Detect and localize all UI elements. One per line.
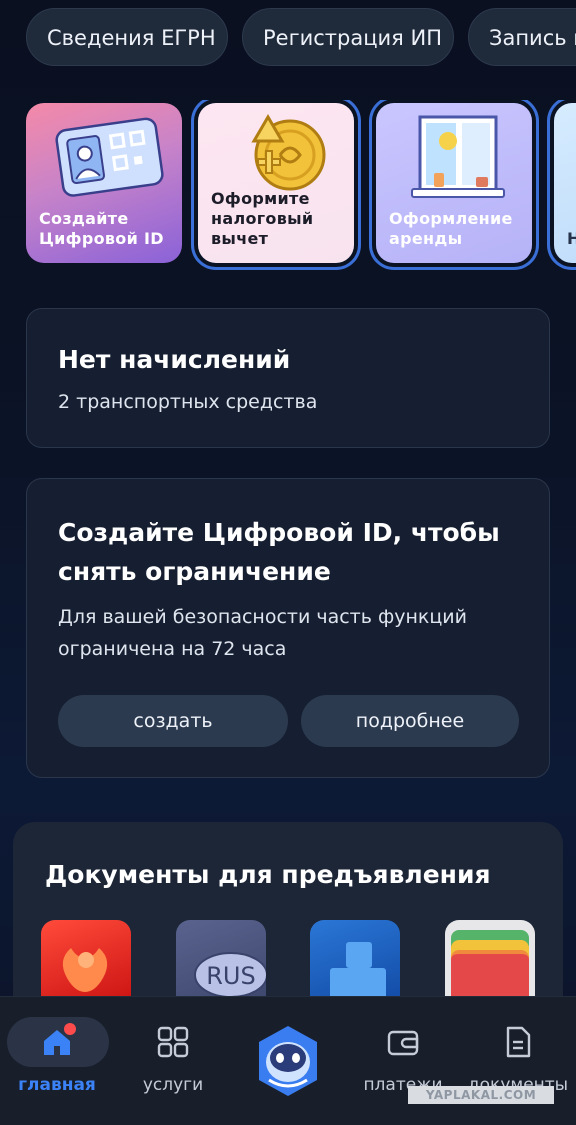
story-label: Создайте Цифровой ID: [39, 209, 164, 248]
nav-documents[interactable]: документы: [463, 997, 573, 1125]
id-card-icon: [55, 117, 164, 197]
chip-ip-registration[interactable]: Регистрация ИП: [242, 8, 454, 66]
watermark: YAPLAKAL.COM: [408, 1086, 554, 1104]
window-icon: [411, 115, 505, 198]
documents-title: Документы для предъявления: [45, 860, 491, 889]
quick-chips-row: Сведения ЕГРН Регистрация ИП Запись к: [26, 8, 576, 66]
story-digital-id[interactable]: Создайте Цифровой ID: [26, 103, 182, 263]
story-rent[interactable]: Оформление аренды: [376, 103, 532, 263]
digital-id-title: Создайте Цифровой ID, чтобы снять ограни…: [58, 518, 500, 586]
notification-dot: [64, 1023, 76, 1035]
digital-id-card: Создайте Цифровой ID, чтобы снять ограни…: [26, 478, 550, 778]
wallet-icon: [387, 1030, 419, 1056]
create-button[interactable]: создать: [58, 695, 288, 747]
story-label: Н б: [567, 229, 576, 248]
stories-row: Создайте Цифровой ID Оформите налоговый …: [26, 100, 576, 270]
story-label: Оформите налоговый вычет: [211, 189, 314, 248]
grid-icon: [157, 1026, 189, 1058]
more-button[interactable]: подробнее: [301, 695, 519, 747]
chip-appointment[interactable]: Запись к: [468, 8, 576, 66]
charges-subtitle: 2 транспортных средства: [58, 391, 318, 413]
charges-title: Нет начислений: [58, 345, 291, 374]
nav-services[interactable]: услуги: [118, 997, 228, 1125]
nav-home-label: главная: [18, 1075, 96, 1095]
digital-id-description: Для вашей безопасности часть функций огр…: [58, 606, 467, 660]
nav-services-label: услуги: [142, 1075, 204, 1095]
nav-home[interactable]: главная: [2, 997, 112, 1125]
assistant-robot-icon[interactable]: [255, 1024, 321, 1098]
story-partial[interactable]: Н б: [554, 103, 576, 263]
story-label: Оформление аренды: [389, 209, 513, 248]
story-tax-deduction[interactable]: Оформите налоговый вычет: [198, 103, 354, 263]
nav-payments[interactable]: платежи: [348, 997, 458, 1125]
svg-text:RUS: RUS: [206, 962, 255, 990]
chip-egrn[interactable]: Сведения ЕГРН: [26, 8, 228, 66]
charges-card[interactable]: Нет начислений 2 транспортных средства: [26, 308, 550, 448]
document-icon: [506, 1026, 531, 1058]
